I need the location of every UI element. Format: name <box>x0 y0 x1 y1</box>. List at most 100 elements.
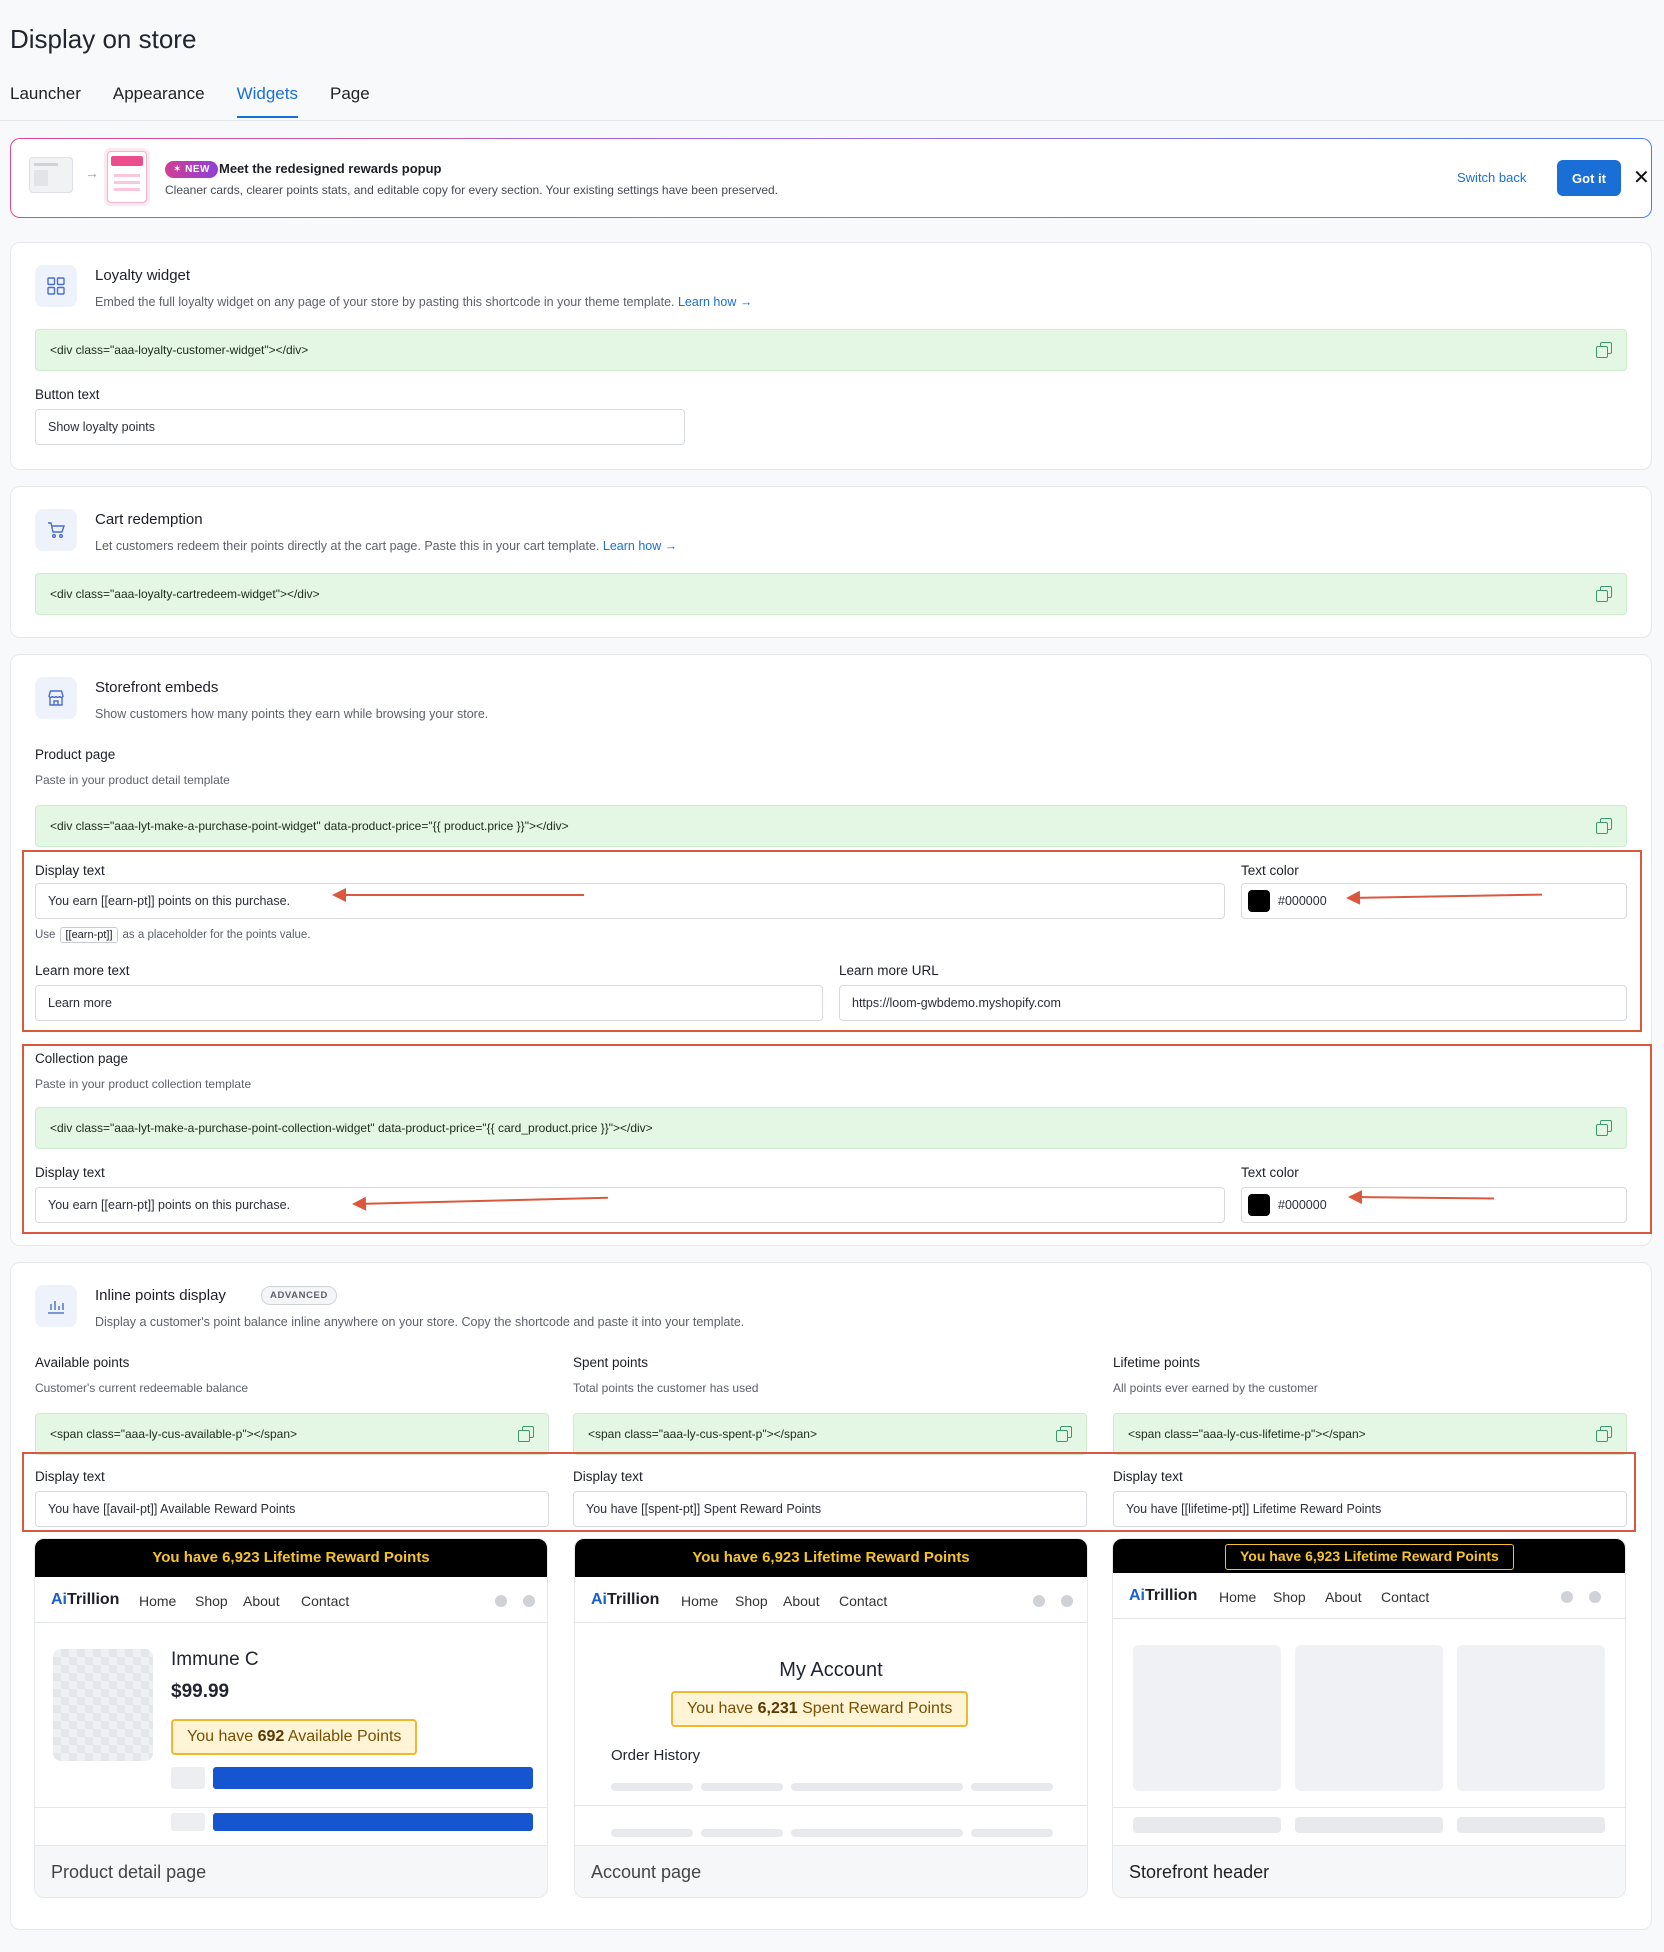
button-text-input[interactable] <box>35 409 685 445</box>
code-text: <span class="aaa-ly-cus-spent-p"></span> <box>588 1427 817 1441</box>
lifetime-points-pill: You have 6,923 Lifetime Reward Points <box>1225 1544 1514 1570</box>
annotation-box <box>22 1044 1652 1234</box>
cart-redemption-card: Cart redemption Let customers redeem the… <box>10 486 1652 638</box>
tab-launcher[interactable]: Launcher <box>10 84 81 118</box>
preview-caption: Storefront header <box>1113 1845 1625 1897</box>
storefront-embeds-title: Storefront embeds <box>95 679 219 696</box>
nav-about: About <box>243 1593 280 1609</box>
lifetime-points-banner: You have 6,923 Lifetime Reward Points <box>575 1539 1087 1577</box>
loyalty-widget-code[interactable]: <div class="aaa-loyalty-customer-widget"… <box>35 329 1627 371</box>
learn-how-link[interactable]: Learn how → <box>603 539 677 553</box>
banner-description: Cleaner cards, clearer points stats, and… <box>165 183 779 197</box>
advanced-badge: ADVANCED <box>261 1286 337 1305</box>
inline-points-title: Inline points display <box>95 1287 226 1304</box>
spent-points-code[interactable]: <span class="aaa-ly-cus-spent-p"></span> <box>573 1413 1087 1455</box>
nav-shop: Shop <box>195 1593 228 1609</box>
tabs-divider <box>0 120 1664 121</box>
nav-about: About <box>1325 1589 1362 1605</box>
code-text: <span class="aaa-ly-cus-available-p"></s… <box>50 1427 297 1441</box>
banner-title: Meet the redesigned rewards popup <box>219 161 442 176</box>
divider <box>1113 1807 1625 1808</box>
quantity-placeholder <box>171 1767 205 1789</box>
nav-dot-icon <box>1561 1591 1573 1603</box>
nav-home: Home <box>681 1593 719 1609</box>
switch-back-link[interactable]: Switch back <box>1457 170 1526 185</box>
button-text-label: Button text <box>35 387 100 402</box>
skeleton-line <box>1295 1817 1443 1833</box>
tab-appearance[interactable]: Appearance <box>113 84 205 118</box>
tab-widgets[interactable]: Widgets <box>236 84 298 118</box>
nav-about: About <box>783 1593 820 1609</box>
skeleton-line <box>611 1783 693 1791</box>
product-page-preview: You have 6,923 Lifetime Reward Points Ai… <box>34 1538 548 1898</box>
inline-points-description: Display a customer's point balance inlin… <box>95 1315 745 1329</box>
pill-number: 6,231 <box>757 1700 798 1717</box>
skeleton-line <box>971 1783 1053 1791</box>
copy-icon[interactable] <box>1056 1426 1072 1442</box>
nav-home: Home <box>139 1593 177 1609</box>
nav-contact: Contact <box>1381 1589 1430 1605</box>
code-text: <div class="aaa-loyalty-customer-widget"… <box>50 343 309 357</box>
copy-icon[interactable] <box>1596 342 1612 358</box>
cart-redemption-description-text: Let customers redeem their points direct… <box>95 539 600 553</box>
arrow-right-icon: → <box>85 165 99 181</box>
skeleton-line <box>791 1783 963 1791</box>
cart-redemption-code[interactable]: <div class="aaa-loyalty-cartredeem-widge… <box>35 573 1627 615</box>
product-price: $99.99 <box>171 1681 230 1702</box>
annotation-box <box>22 1452 1636 1532</box>
brand-logo-text: Trillion <box>67 1591 120 1608</box>
pill-suffix: Available Points <box>287 1728 402 1745</box>
quantity-placeholder <box>171 1813 205 1831</box>
copy-icon[interactable] <box>518 1426 534 1442</box>
tab-bar: Launcher Appearance Widgets Page <box>10 84 370 118</box>
preview-nav: AiTrillion Home Shop About Contact <box>1113 1573 1625 1619</box>
cart-redemption-description: Let customers redeem their points direct… <box>95 539 677 553</box>
nav-dot-icon <box>1033 1595 1045 1607</box>
brand-logo-ai: Ai <box>51 1591 67 1608</box>
nav-contact: Contact <box>301 1593 350 1609</box>
skeleton-line <box>1133 1817 1281 1833</box>
close-icon[interactable]: ✕ <box>1633 165 1650 190</box>
spent-points-label: Spent points <box>573 1355 649 1370</box>
loyalty-widget-description: Embed the full loyalty widget on any pag… <box>95 295 752 309</box>
copy-icon[interactable] <box>1596 818 1612 834</box>
tab-page[interactable]: Page <box>330 84 370 118</box>
product-card-placeholder <box>1457 1645 1605 1791</box>
nav-dot-icon <box>1589 1591 1601 1603</box>
pill-number: 692 <box>257 1728 285 1745</box>
new-popup-thumbnail <box>107 151 147 203</box>
skeleton-line <box>791 1829 963 1837</box>
grid-icon <box>35 265 77 307</box>
lifetime-points-sublabel: All points ever earned by the customer <box>1113 1381 1318 1395</box>
product-page-label: Product page <box>35 747 116 762</box>
storefront-embeds-description: Show customers how many points they earn… <box>95 707 489 721</box>
product-page-code[interactable]: <div class="aaa-lyt-make-a-purchase-poin… <box>35 805 1627 847</box>
annotation-box <box>22 850 1642 1032</box>
skeleton-line <box>701 1829 783 1837</box>
annotation-arrow <box>332 888 584 902</box>
cart-redemption-title: Cart redemption <box>95 511 203 528</box>
spent-points-sublabel: Total points the customer has used <box>573 1381 759 1395</box>
skeleton-line <box>611 1829 693 1837</box>
available-points-label: Available points <box>35 1355 130 1370</box>
preview-caption: Account page <box>575 1845 1087 1897</box>
skeleton-line <box>701 1783 783 1791</box>
brand-logo-text: Trillion <box>1145 1587 1198 1604</box>
store-icon <box>35 677 77 719</box>
got-it-button[interactable]: Got it <box>1557 160 1621 196</box>
loyalty-widget-card: Loyalty widget Embed the full loyalty wi… <box>10 242 1652 470</box>
copy-icon[interactable] <box>1596 1426 1612 1442</box>
lifetime-points-code[interactable]: <span class="aaa-ly-cus-lifetime-p"></sp… <box>1113 1413 1627 1455</box>
brand-logo: AiTrillion <box>1129 1587 1197 1605</box>
lifetime-points-banner: You have 6,923 Lifetime Reward Points <box>35 1539 547 1577</box>
announcement-banner: → ✶ NEW Meet the redesigned rewards popu… <box>10 138 1652 218</box>
available-points-pill: You have 692 Available Points <box>171 1719 418 1755</box>
account-page-preview: You have 6,923 Lifetime Reward Points Ai… <box>574 1538 1088 1898</box>
copy-icon[interactable] <box>1596 586 1612 602</box>
available-points-code[interactable]: <span class="aaa-ly-cus-available-p"></s… <box>35 1413 549 1455</box>
brand-logo-ai: Ai <box>1129 1587 1145 1604</box>
learn-how-link[interactable]: Learn how → <box>678 295 752 309</box>
nav-dot-icon <box>495 1595 507 1607</box>
spent-points-pill: You have 6,231 Spent Reward Points <box>671 1691 969 1727</box>
skeleton-line <box>971 1829 1053 1837</box>
